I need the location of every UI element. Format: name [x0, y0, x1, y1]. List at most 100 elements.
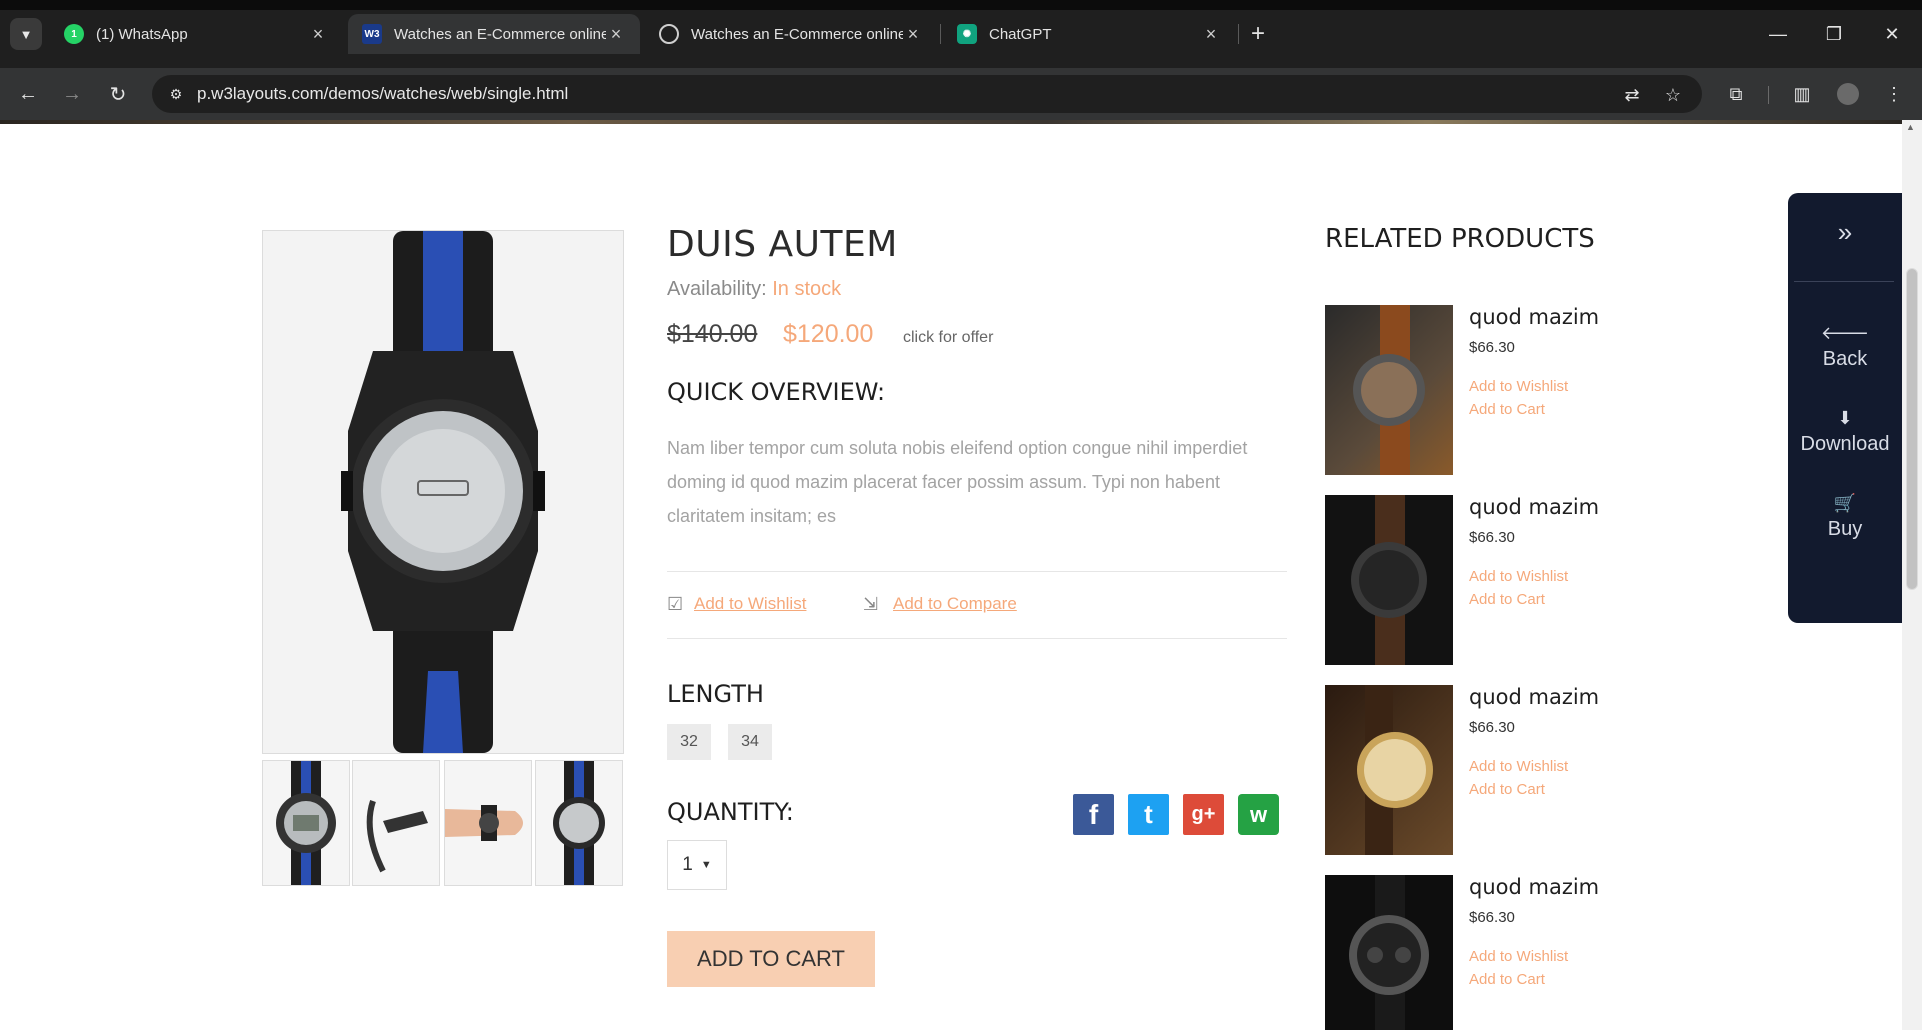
tab-whatsapp[interactable]: 1 (1) WhatsApp × — [50, 14, 342, 54]
availability: Availability: In stock — [667, 278, 841, 301]
related-add-to-cart-link[interactable]: Add to Cart — [1469, 591, 1545, 608]
thumbnail-image — [366, 800, 428, 873]
related-product-name[interactable]: quod mazim — [1469, 305, 1599, 329]
thumbnail-image — [553, 761, 605, 885]
add-to-wishlist-link[interactable]: Add to Wishlist — [694, 594, 806, 614]
add-to-cart-button[interactable]: ADD TO CART — [667, 931, 875, 987]
thumbnail-digital-front[interactable] — [262, 760, 350, 886]
main-product-image[interactable] — [262, 230, 624, 754]
page-viewport: DUIS AUTEM Availability: In stock $140.0… — [0, 120, 1922, 1030]
demo-side-panel: » 🡐 Back ⬇ Download 🛒 Buy — [1788, 193, 1902, 623]
availability-label: Availability: — [667, 278, 767, 300]
compare-arrows-icon: ⇲ — [863, 594, 879, 614]
tab-watches-active[interactable]: W3 Watches an E-Commerce online × — [348, 14, 640, 54]
related-add-to-wishlist-link[interactable]: Add to Wishlist — [1469, 948, 1568, 965]
related-add-to-wishlist-link[interactable]: Add to Wishlist — [1469, 378, 1568, 395]
panel-item-label: Back — [1822, 348, 1868, 370]
facebook-share-icon[interactable]: f — [1073, 794, 1114, 835]
length-option-34[interactable]: 34 — [728, 724, 772, 760]
double-chevron-right-icon[interactable]: » — [1788, 217, 1902, 248]
old-price: $140.00 — [667, 320, 758, 348]
panel-item-label: Buy — [1827, 518, 1863, 540]
toolbar-separator — [1768, 86, 1769, 104]
watch-back-image — [341, 231, 545, 753]
related-product-image[interactable] — [1325, 305, 1453, 475]
side-panel-icon[interactable]: ▥ — [1786, 78, 1818, 110]
panel-download-button[interactable]: ⬇ Download — [1788, 408, 1902, 456]
tab-search-button[interactable]: ▼ — [10, 18, 42, 50]
availability-value: In stock — [772, 278, 842, 300]
panel-back-button[interactable]: 🡐 Back — [1788, 323, 1902, 371]
chatgpt-favicon-icon: ✺ — [957, 24, 977, 44]
related-product-name[interactable]: quod mazim — [1469, 875, 1599, 899]
quick-overview-heading: QUICK OVERVIEW: — [667, 378, 886, 406]
minimize-icon[interactable]: — — [1758, 18, 1798, 50]
related-product-image[interactable] — [1325, 875, 1453, 1030]
new-price: $120.00 — [783, 320, 874, 348]
page-scrollbar[interactable]: ▲ — [1902, 120, 1922, 1030]
tab-title: (1) WhatsApp — [96, 25, 188, 43]
chevron-down-icon: ▼ — [700, 859, 712, 871]
divider — [667, 571, 1287, 572]
add-to-compare-link[interactable]: Add to Compare — [893, 594, 1017, 614]
quantity-select[interactable]: 1 ▼ — [667, 840, 727, 890]
url-text[interactable]: p.w3layouts.com/demos/watches/web/single… — [197, 84, 568, 104]
related-product-image[interactable] — [1325, 495, 1453, 665]
offer-link[interactable]: click for offer — [903, 329, 993, 347]
thumbnail-back[interactable] — [535, 760, 623, 886]
tab-separator — [1238, 24, 1239, 44]
translate-icon[interactable]: ⇄ — [1619, 82, 1645, 108]
thumbnail-side[interactable] — [352, 760, 440, 886]
thumbnail-on-wrist[interactable] — [444, 760, 532, 886]
related-product-price: $66.30 — [1469, 339, 1515, 356]
panel-divider — [1794, 281, 1894, 282]
related-product-price: $66.30 — [1469, 719, 1515, 736]
tab-title: ChatGPT — [989, 25, 1052, 43]
browser-toolbar: ← → ↻ ⚙ p.w3layouts.com/demos/watches/we… — [0, 68, 1922, 120]
download-icon: ⬇ — [1837, 408, 1853, 428]
related-product-name[interactable]: quod mazim — [1469, 495, 1599, 519]
arrow-left-icon: 🡐 — [1820, 323, 1870, 343]
w3layouts-favicon-icon: W3 — [362, 24, 382, 44]
watch-image — [1357, 685, 1433, 855]
related-products-heading: RELATED PRODUCTS — [1325, 224, 1595, 254]
quantity-value: 1 — [682, 854, 693, 875]
reload-icon[interactable]: ↻ — [102, 78, 134, 110]
panel-item-label: Download — [1800, 433, 1890, 455]
profile-avatar-icon[interactable] — [1832, 78, 1864, 110]
length-heading: LENGTH — [667, 680, 764, 708]
scroll-up-icon[interactable]: ▲ — [1906, 122, 1915, 132]
close-tab-icon[interactable]: × — [1201, 24, 1221, 45]
address-bar[interactable]: ⚙ p.w3layouts.com/demos/watches/web/sing… — [152, 75, 1702, 113]
google-plus-share-icon[interactable]: g+ — [1183, 794, 1224, 835]
new-tab-button[interactable]: + — [1244, 18, 1272, 50]
site-info-icon[interactable]: ⚙ — [166, 84, 186, 104]
close-tab-icon[interactable]: × — [903, 24, 923, 45]
related-add-to-cart-link[interactable]: Add to Cart — [1469, 401, 1545, 418]
watch-image — [1349, 875, 1429, 1030]
whatsapp-favicon-icon: 1 — [64, 24, 84, 44]
related-product-name[interactable]: quod mazim — [1469, 685, 1599, 709]
related-add-to-wishlist-link[interactable]: Add to Wishlist — [1469, 568, 1568, 585]
menu-kebab-icon[interactable]: ⋮ — [1878, 78, 1910, 110]
extensions-icon[interactable]: ⧉ — [1720, 78, 1752, 110]
scrollbar-thumb[interactable] — [1906, 268, 1918, 590]
related-add-to-wishlist-link[interactable]: Add to Wishlist — [1469, 758, 1568, 775]
related-add-to-cart-link[interactable]: Add to Cart — [1469, 781, 1545, 798]
tab-watches[interactable]: Watches an E-Commerce online × — [645, 14, 937, 54]
close-tab-icon[interactable]: × — [308, 24, 328, 45]
forward-arrow-icon[interactable]: → — [56, 78, 88, 110]
related-product-image[interactable] — [1325, 685, 1453, 855]
restore-icon[interactable]: ❐ — [1814, 18, 1854, 50]
tab-title: Watches an E-Commerce online — [394, 25, 606, 43]
panel-buy-button[interactable]: 🛒 Buy — [1788, 493, 1902, 541]
bookmark-star-icon[interactable]: ☆ — [1660, 82, 1686, 108]
whatsapp-share-icon[interactable]: w — [1238, 794, 1279, 835]
related-add-to-cart-link[interactable]: Add to Cart — [1469, 971, 1545, 988]
close-window-icon[interactable]: ✕ — [1872, 18, 1912, 50]
close-tab-icon[interactable]: × — [606, 24, 626, 45]
tab-chatgpt[interactable]: ✺ ChatGPT × — [943, 14, 1235, 54]
length-option-32[interactable]: 32 — [667, 724, 711, 760]
twitter-share-icon[interactable]: t — [1128, 794, 1169, 835]
back-arrow-icon[interactable]: ← — [12, 78, 44, 110]
